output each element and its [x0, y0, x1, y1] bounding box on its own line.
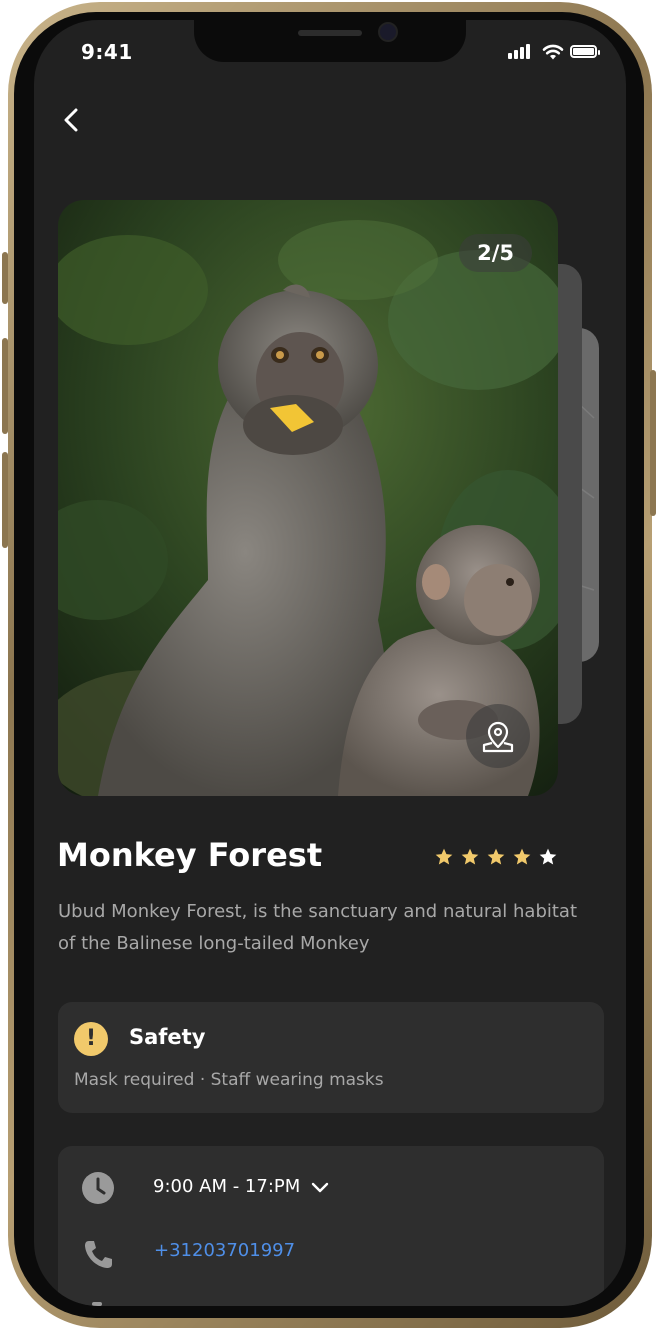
- side-button-power: [650, 370, 656, 516]
- star-filled-icon: [513, 848, 531, 865]
- alert-icon: !: [74, 1022, 108, 1056]
- star-filled-icon: [487, 848, 505, 865]
- gallery-counter: 2/5: [459, 234, 532, 272]
- speaker: [298, 30, 362, 36]
- map-pin-icon: [482, 721, 514, 753]
- rating-stars: [434, 847, 558, 867]
- place-title: Monkey Forest: [57, 836, 323, 874]
- map-button[interactable]: [466, 704, 530, 768]
- opening-hours-dropdown[interactable]: 9:00 AM - 17:PM: [153, 1176, 330, 1197]
- side-button-silent: [2, 252, 8, 304]
- next-row-icon: [92, 1302, 102, 1306]
- phone-number-link[interactable]: +31203701997: [154, 1240, 295, 1261]
- back-button[interactable]: [50, 100, 90, 140]
- star-filled-icon: [435, 848, 453, 865]
- front-camera: [378, 22, 398, 42]
- phone-icon: [85, 1241, 112, 1268]
- info-card: 9:00 AM - 17:PM +31203701997: [58, 1146, 604, 1306]
- place-photo[interactable]: 2/5: [58, 200, 558, 796]
- side-button-volume-down: [2, 452, 8, 548]
- safety-card: ! Safety Mask required · Staff wearing m…: [58, 1002, 604, 1113]
- screen: 9:41 2/5 Monkey Forest Ubud Monkey Fores…: [34, 20, 626, 1306]
- side-button-volume-up: [2, 338, 8, 434]
- notch: [194, 20, 466, 62]
- clock-icon: [82, 1172, 114, 1204]
- status-icons: [508, 43, 602, 61]
- safety-text: Mask required · Staff wearing masks: [74, 1070, 384, 1090]
- star-empty-icon: [539, 848, 557, 865]
- battery-icon: [570, 45, 600, 58]
- status-time: 9:41: [81, 40, 133, 64]
- chevron-left-icon: [64, 108, 78, 132]
- chevron-down-icon: [312, 1182, 329, 1192]
- signal-icon: [508, 43, 534, 61]
- star-filled-icon: [461, 848, 479, 865]
- place-description: Ubud Monkey Forest, is the sanctuary and…: [58, 901, 578, 954]
- opening-hours-text: 9:00 AM - 17:PM: [153, 1176, 301, 1197]
- wifi-icon: [542, 44, 564, 60]
- safety-title: Safety: [129, 1025, 206, 1049]
